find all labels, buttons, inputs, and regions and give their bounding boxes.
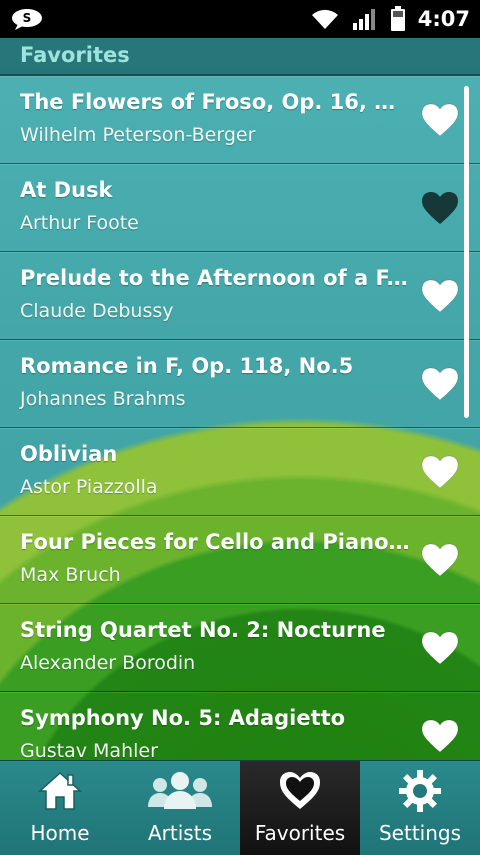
list-item[interactable]: String Quartet No. 2: Nocturne Alexander…: [0, 604, 480, 692]
svg-text:S: S: [23, 11, 32, 25]
list-item[interactable]: Symphony No. 5: Adagietto Gustav Mahler: [0, 692, 480, 760]
track-title: At Dusk: [20, 178, 113, 202]
list-item[interactable]: Oblivian Astor Piazzolla: [0, 428, 480, 516]
track-artist: Arthur Foote: [20, 212, 139, 234]
list-item[interactable]: At Dusk Arthur Foote: [0, 164, 480, 252]
track-title: Symphony No. 5: Adagietto: [20, 706, 346, 730]
tab-label: Favorites: [254, 821, 346, 845]
clock: 4:07: [417, 7, 470, 31]
home-icon: [38, 771, 82, 810]
scrollbar[interactable]: [464, 86, 469, 418]
list-item[interactable]: Four Pieces for Cello and Piano... Max B…: [0, 516, 480, 604]
heart-filled-icon[interactable]: [420, 190, 460, 226]
heart-icon[interactable]: [420, 542, 460, 578]
favorites-list[interactable]: The Flowers of Froso, Op. 16, No... Wilh…: [0, 76, 480, 760]
tab-home[interactable]: Home: [0, 761, 120, 855]
page-title: Favorites: [20, 43, 130, 67]
track-title: Romance in F, Op. 118, No.5: [20, 354, 354, 378]
track-title: The Flowers of Froso, Op. 16, No...: [20, 90, 410, 114]
heart-icon[interactable]: [420, 102, 460, 138]
tab-label: Settings: [378, 821, 462, 845]
heart-icon[interactable]: [420, 454, 460, 490]
track-title: String Quartet No. 2: Nocturne: [20, 618, 386, 642]
track-artist: Astor Piazzolla: [20, 476, 158, 498]
track-artist: Alexander Borodin: [20, 652, 196, 674]
list-item[interactable]: Romance in F, Op. 118, No.5 Johannes Bra…: [0, 340, 480, 428]
tab-settings[interactable]: Settings: [360, 761, 480, 855]
heart-icon[interactable]: [420, 278, 460, 314]
list-item[interactable]: The Flowers of Froso, Op. 16, No... Wilh…: [0, 76, 480, 164]
heart-icon[interactable]: [420, 366, 460, 402]
track-artist: Claude Debussy: [20, 300, 174, 322]
section-header: Favorites: [0, 38, 480, 76]
tab-label: Artists: [148, 821, 212, 845]
list-item[interactable]: Prelude to the Afternoon of a F... Claud…: [0, 252, 480, 340]
track-artist: Johannes Brahms: [20, 388, 186, 410]
tab-label: Home: [30, 821, 90, 845]
track-title: Four Pieces for Cello and Piano...: [20, 530, 410, 554]
track-title: Prelude to the Afternoon of a F...: [20, 266, 410, 290]
tab-bar: Home Artists Favorites Settings: [0, 760, 480, 855]
tab-artists[interactable]: Artists: [120, 761, 240, 855]
track-artist: Gustav Mahler: [20, 740, 158, 760]
signal-icon: [352, 9, 375, 30]
status-bar: S 4:07: [0, 0, 480, 38]
heart-icon[interactable]: [420, 630, 460, 666]
heart-icon: [280, 772, 320, 809]
track-artist: Max Bruch: [20, 564, 121, 586]
track-artist: Wilhelm Peterson-Berger: [20, 124, 256, 146]
wifi-icon: [311, 9, 338, 29]
gear-icon: [399, 770, 441, 812]
battery-icon: [390, 6, 405, 31]
heart-icon[interactable]: [420, 718, 460, 754]
track-title: Oblivian: [20, 442, 118, 466]
tab-favorites[interactable]: Favorites: [240, 761, 360, 855]
chat-notification-icon: S: [12, 9, 42, 30]
artists-icon: [148, 772, 212, 809]
